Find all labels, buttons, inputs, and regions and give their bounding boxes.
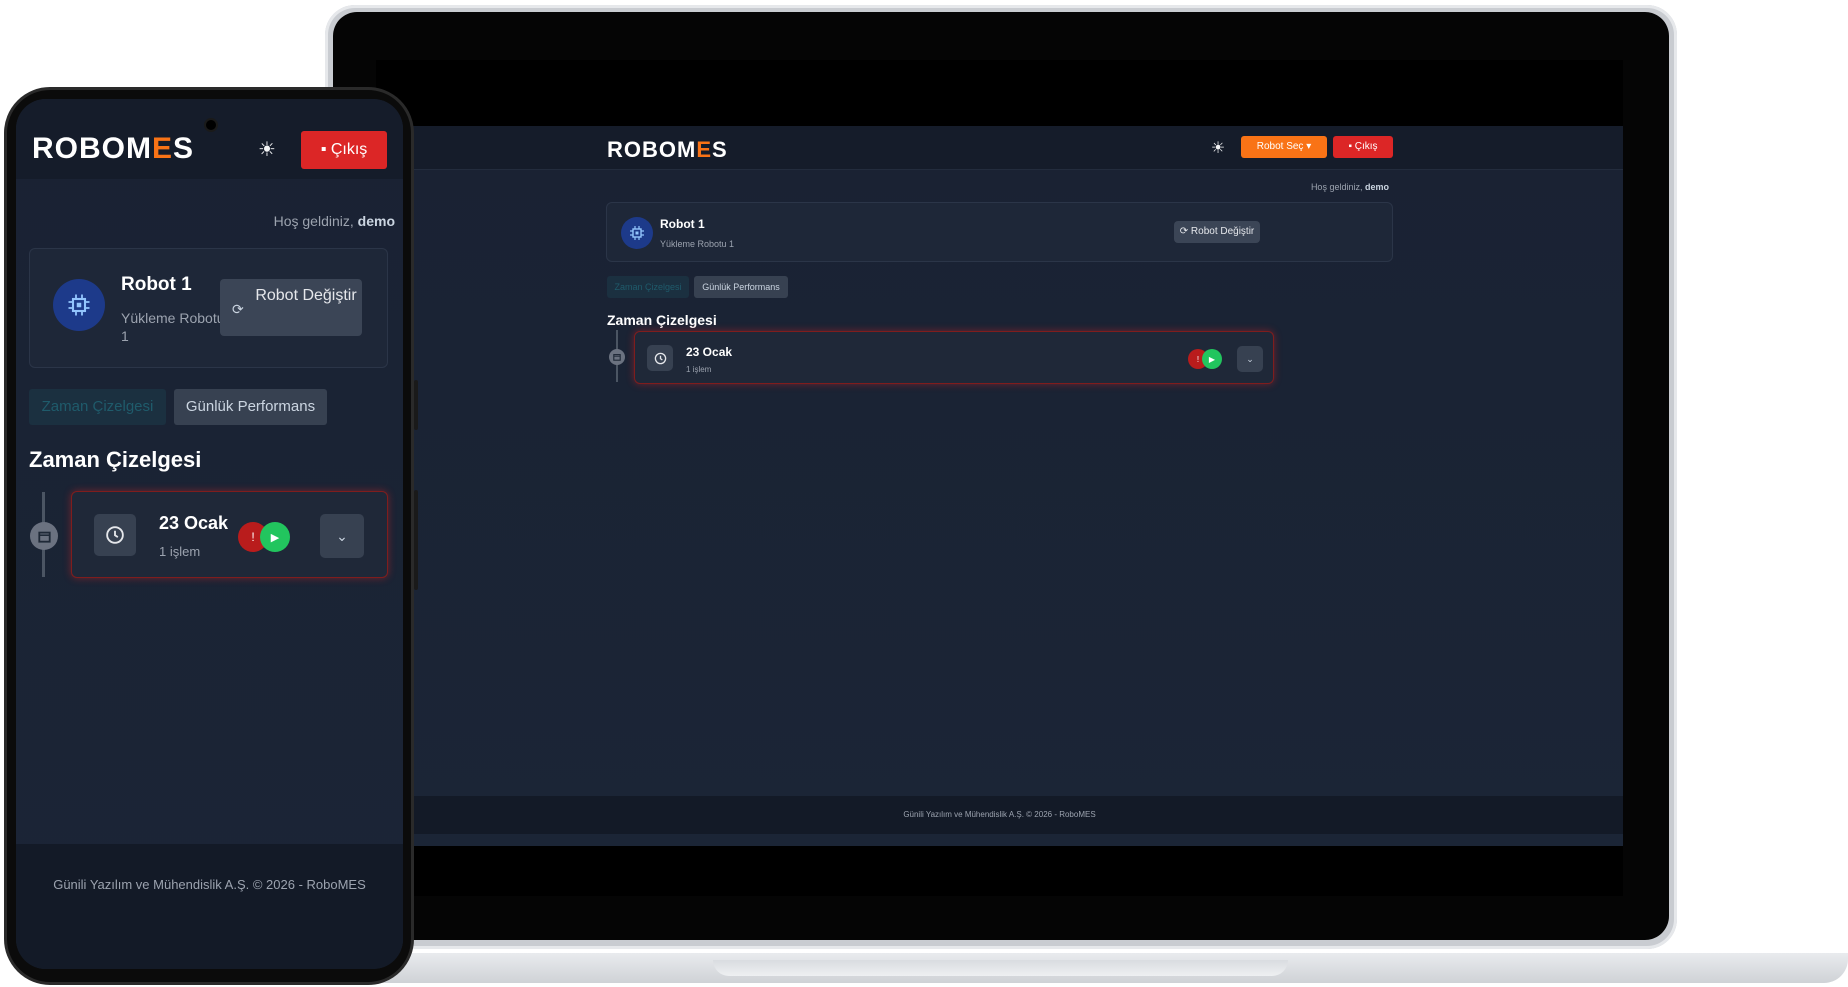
timeline-entry[interactable]: 23 Ocak 1 işlem ! ▶ ⌄ bbox=[71, 491, 388, 578]
robot-card: Robot 1 Yükleme Robotu 1 ⟳ Robot Değişti… bbox=[29, 248, 388, 368]
welcome-username: demo bbox=[357, 213, 395, 229]
change-robot-label: Robot Değiştir bbox=[255, 287, 357, 304]
robot-name: Robot 1 bbox=[660, 217, 705, 231]
tab-daily-performance[interactable]: Günlük Performans bbox=[174, 389, 327, 425]
robot-select-label: Robot Seç bbox=[1256, 141, 1304, 152]
clock-icon bbox=[647, 345, 673, 371]
robot-subtitle: Yükleme Robotu 1 bbox=[660, 239, 735, 249]
change-robot-label: Robot Değiştir bbox=[1190, 226, 1255, 237]
tab-timeline[interactable]: Zaman Çizelgesi bbox=[607, 276, 689, 298]
timeline-entry[interactable]: 23 Ocak 1 işlem ! ▶ ⌄ bbox=[634, 331, 1274, 384]
robot-subtitle: Yükleme Robotu 1 bbox=[121, 310, 225, 344]
laptop-screen: ROBOMES ☀ Robot Seç ▾ ▪ Çıkış Hoş geldin… bbox=[376, 60, 1623, 896]
footer: Günili Yazılım ve Mühendislik A.Ş. © 202… bbox=[16, 844, 403, 969]
expand-chevron-icon[interactable]: ⌄ bbox=[1237, 346, 1263, 372]
robot-card: Robot 1 Yükleme Robotu 1 ⟳ Robot Değişti… bbox=[606, 202, 1393, 262]
logout-button[interactable]: ▪ Çıkış bbox=[1333, 136, 1393, 158]
logout-label: Çıkış bbox=[330, 141, 368, 158]
change-robot-button[interactable]: ⟳ Robot Değiştir bbox=[1174, 221, 1260, 243]
chip-icon bbox=[53, 279, 105, 331]
welcome-username: demo bbox=[1364, 182, 1389, 192]
theme-toggle-sun-icon[interactable]: ☀ bbox=[256, 137, 278, 162]
phone-side-button bbox=[414, 380, 418, 430]
laptop-notch bbox=[713, 960, 1288, 976]
running-status-icon: ▶ bbox=[1202, 349, 1222, 369]
phone-camera bbox=[204, 118, 218, 132]
robot-name: Robot 1 bbox=[121, 274, 192, 295]
tab-timeline[interactable]: Zaman Çizelgesi bbox=[29, 389, 166, 425]
theme-toggle-sun-icon[interactable]: ☀ bbox=[1208, 138, 1228, 158]
welcome-prefix: Hoş geldiniz, bbox=[1310, 182, 1363, 192]
robomes-logo[interactable]: ROBOMES bbox=[32, 132, 194, 166]
logout-icon: ▪ bbox=[320, 141, 327, 158]
robot-select-button[interactable]: Robot Seç ▾ bbox=[1241, 136, 1327, 158]
welcome-text: Hoş geldiniz, demo bbox=[1311, 182, 1389, 192]
running-status-icon: ▶ bbox=[260, 522, 290, 552]
laptop-header: ROBOMES ☀ Robot Seç ▾ ▪ Çıkış bbox=[376, 126, 1623, 170]
phone-volume-button bbox=[414, 490, 418, 590]
logout-button[interactable]: ▪ Çıkış bbox=[301, 131, 387, 169]
refresh-icon: ⟳ bbox=[1179, 226, 1189, 237]
chip-icon bbox=[621, 217, 653, 249]
laptop-app: ROBOMES ☀ Robot Seç ▾ ▪ Çıkış Hoş geldin… bbox=[376, 126, 1623, 846]
logo-s: S bbox=[173, 132, 195, 165]
tab-daily-performance[interactable]: Günlük Performans bbox=[694, 276, 788, 298]
calendar-icon bbox=[609, 349, 625, 365]
footer: Günili Yazılım ve Mühendislik A.Ş. © 202… bbox=[376, 796, 1623, 834]
logo-e: E bbox=[152, 132, 174, 165]
logo-s: S bbox=[712, 137, 728, 162]
entry-date: 23 Ocak bbox=[159, 513, 229, 533]
change-robot-button[interactable]: ⟳ Robot Değiştir bbox=[220, 279, 362, 336]
entry-count: 1 işlem bbox=[686, 365, 712, 374]
phone-header: ROBOMES ☀ ▪ Çıkış bbox=[16, 99, 403, 179]
robomes-logo[interactable]: ROBOMES bbox=[607, 137, 728, 163]
clock-icon bbox=[94, 514, 136, 556]
calendar-icon bbox=[30, 522, 58, 550]
logo-e: E bbox=[696, 137, 713, 162]
logo-text: ROBOM bbox=[607, 137, 697, 162]
refresh-icon: ⟳ bbox=[232, 301, 244, 317]
phone-screen: ROBOMES ☀ ▪ Çıkış Hoş geldiniz, demo Rob… bbox=[16, 99, 403, 969]
section-title: Zaman Çizelgesi bbox=[607, 312, 717, 328]
logout-label: Çıkış bbox=[1354, 141, 1378, 152]
expand-chevron-icon[interactable]: ⌄ bbox=[320, 514, 364, 558]
welcome-text: Hoş geldiniz, demo bbox=[274, 213, 395, 229]
section-title: Zaman Çizelgesi bbox=[29, 447, 202, 472]
entry-date: 23 Ocak bbox=[686, 345, 733, 359]
logo-text: ROBOM bbox=[32, 132, 152, 165]
logout-icon: ▪ bbox=[1348, 141, 1352, 152]
entry-count: 1 işlem bbox=[159, 544, 201, 559]
welcome-prefix: Hoş geldiniz, bbox=[273, 213, 354, 229]
chevron-down-icon: ▾ bbox=[1306, 141, 1312, 152]
